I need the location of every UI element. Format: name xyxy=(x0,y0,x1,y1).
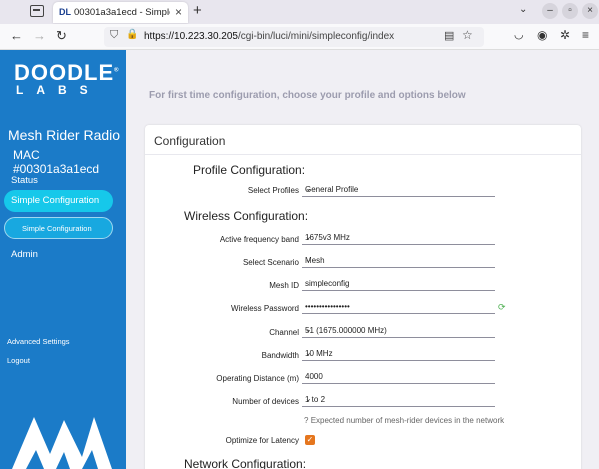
distance-input[interactable]: 4000 xyxy=(302,370,495,384)
select-profiles-dropdown[interactable]: General Profile ⌄ xyxy=(302,183,495,197)
chevron-down-icon: ⌄ xyxy=(305,394,312,403)
distance-label: Operating Distance (m) xyxy=(216,374,299,383)
account-icon[interactable]: ◉ xyxy=(537,28,547,42)
chevron-down-icon: ⌄ xyxy=(305,184,312,193)
sidebar: DOODLE® LABS Mesh Rider Radio MAC #00301… xyxy=(0,50,126,469)
chevron-down-icon[interactable]: ⌄ xyxy=(519,4,527,15)
folder-icon[interactable] xyxy=(30,5,44,17)
sidebar-item-logout[interactable]: Logout xyxy=(7,356,30,365)
devices-label: Number of devices xyxy=(232,397,299,406)
mac-address: MAC #00301a3a1ecd xyxy=(13,148,100,176)
devices-help: ? Expected number of mesh-rider devices … xyxy=(304,416,505,425)
freq-band-label: Active frequency band xyxy=(219,235,299,244)
reader-icon[interactable]: ▤ xyxy=(444,29,454,42)
password-label: Wireless Password xyxy=(230,304,299,313)
close-icon[interactable]: × xyxy=(175,5,182,19)
tab-title: 00301a3a1ecd - Simple C xyxy=(74,7,170,18)
card-title: Configuration xyxy=(154,134,226,148)
select-profiles-label: Select Profiles xyxy=(247,186,299,195)
wireless-section-heading: Wireless Configuration: xyxy=(184,209,309,223)
chevron-down-icon: ⌄ xyxy=(305,325,312,334)
freq-band-dropdown[interactable]: 1675v3 MHz ⌄ xyxy=(302,231,495,245)
chevron-down-icon: ⌄ xyxy=(305,348,312,357)
latency-checkbox[interactable]: ✓ xyxy=(305,435,315,445)
maximize-icon[interactable]: ▫ xyxy=(562,3,578,19)
sidebar-subitem-label: Simple Configuration xyxy=(22,224,92,233)
url-bar[interactable]: ⛉ 🔒 https://10.223.30.205/cgi-bin/luci/m… xyxy=(104,27,484,47)
mesh-id-label: Mesh ID xyxy=(269,281,299,290)
password-input[interactable]: •••••••••••••••• xyxy=(302,300,495,314)
scenario-dropdown[interactable]: Mesh ⌄ xyxy=(302,254,495,268)
browser-tab[interactable]: DL 00301a3a1ecd - Simple C × xyxy=(53,2,188,23)
pocket-icon[interactable]: ◡ xyxy=(514,28,524,41)
scenario-label: Select Scenario xyxy=(242,258,299,267)
back-icon[interactable]: ← xyxy=(10,28,23,43)
main-content: For first time configuration, choose you… xyxy=(126,50,599,469)
sidebar-item-simple-configuration[interactable]: Simple Configuration xyxy=(4,190,113,212)
channel-label: Channel xyxy=(269,328,299,337)
bandwidth-dropdown[interactable]: 10 MHz ⌄ xyxy=(302,347,495,361)
sidebar-item-status[interactable]: Status xyxy=(11,175,38,186)
sidebar-item-label: Simple Configuration xyxy=(11,195,100,206)
sidebar-item-admin[interactable]: Admin xyxy=(11,249,38,260)
mesh-id-input[interactable]: simpleconfig xyxy=(302,277,495,291)
plus-icon[interactable]: + xyxy=(193,2,202,19)
logo-labs: LABS xyxy=(16,83,101,97)
profile-section-heading: Profile Configuration: xyxy=(193,163,306,177)
intro-text: For first time configuration, choose you… xyxy=(149,90,466,101)
reload-icon[interactable]: ↻ xyxy=(56,28,67,44)
network-section-heading: Network Configuration: xyxy=(184,457,307,469)
lock-icon[interactable]: 🔒 xyxy=(126,29,138,40)
menu-icon[interactable]: ≡ xyxy=(582,28,589,42)
regenerate-icon[interactable]: ⟳ xyxy=(498,302,506,313)
divider xyxy=(145,154,581,155)
bandwidth-label: Bandwidth xyxy=(261,351,299,360)
sidebar-item-advanced-settings[interactable]: Advanced Settings xyxy=(7,337,70,346)
forward-icon[interactable]: → xyxy=(33,28,46,43)
star-icon[interactable]: ☆ xyxy=(462,28,473,42)
configuration-card: Configuration Profile Configuration: Sel… xyxy=(145,125,581,469)
chevron-down-icon: ⌄ xyxy=(305,255,312,264)
minimize-icon[interactable]: – xyxy=(542,3,558,19)
window-close-icon[interactable]: × xyxy=(582,3,598,19)
sidebar-subitem-simple-configuration[interactable]: Simple Configuration xyxy=(4,217,113,239)
latency-label: Optimize for Latency xyxy=(225,436,299,445)
shield-icon[interactable]: ⛉ xyxy=(110,29,118,42)
mesh-rider-logo-icon xyxy=(12,417,112,469)
browser-tab-bar: DL 00301a3a1ecd - Simple C × + ⌄ – ▫ × xyxy=(0,0,599,24)
url-text[interactable]: https://10.223.30.205/cgi-bin/luci/mini/… xyxy=(144,31,394,42)
channel-dropdown[interactable]: 51 (1675.000000 MHz) ⌄ xyxy=(302,324,495,338)
product-name: Mesh Rider Radio xyxy=(8,127,121,143)
extensions-icon[interactable]: ✲ xyxy=(560,28,570,42)
question-icon: ? xyxy=(304,416,309,425)
devices-dropdown[interactable]: 1 to 2 ⌄ xyxy=(302,393,495,407)
favicon: DL xyxy=(59,7,71,17)
chevron-down-icon: ⌄ xyxy=(305,232,312,241)
browser-nav-bar: ← → ↻ ⛉ 🔒 https://10.223.30.205/cgi-bin/… xyxy=(0,24,599,50)
